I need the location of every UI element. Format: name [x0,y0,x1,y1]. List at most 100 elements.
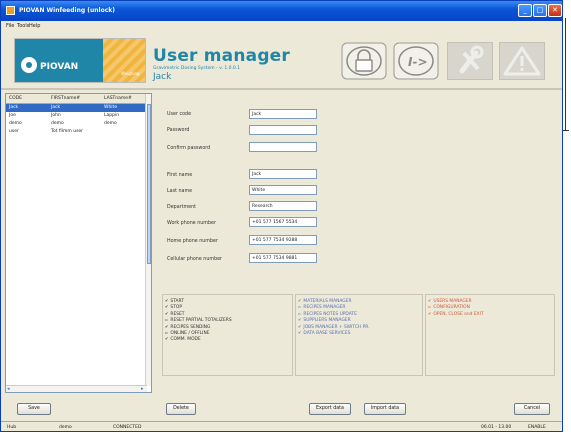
permission-label: RECIPES SENDING [170,324,211,330]
department-input[interactable]: Research [249,201,317,211]
permission-label: OPEN, CLOSE and EXIT [433,311,484,317]
close-button[interactable]: ✕ [548,4,562,17]
permission-label: SUPPLIERS MANAGER [303,318,351,324]
checkmark-icon: ✔ [428,298,432,303]
permission-checkbox[interactable]: ✔ MATERIALS MANAGER [298,298,352,304]
label-cell-phone: Cellular phone number [167,257,223,262]
page-subtitle: Gravimetric Dosing System - v. 1.0.0.1 [153,66,241,71]
permission-checkbox[interactable]: ✔ SUPPLIERS MANAGER [298,317,351,323]
checkmark-icon: ✔ [165,310,169,316]
table-row[interactable]: Joe John Lappin [6,112,147,120]
label-work-phone: Work phone number [167,221,216,226]
label-confirm-password: Confirm password [167,146,211,151]
unchecked-icon: ▫ [298,310,301,316]
status-time: 06.01 - 13.00 [481,425,512,430]
scrollbar-thumb[interactable] [147,104,151,264]
tools-icon[interactable] [447,42,493,80]
home-phone-input[interactable]: +01 577 7534 9288 [249,235,317,245]
permission-checkbox[interactable]: ✔ RECIPES SENDING [165,324,210,330]
title-bar: PIOVAN Winfeeding (unlock) _ □ ✕ [1,1,562,21]
label-user-code: User code [167,112,192,117]
permission-checkbox[interactable]: ✔ USERS MANAGER [428,298,472,304]
permission-label: JOBS MANAGER + SWITCH PR. [303,324,370,330]
menu-tools[interactable]: Tools [17,23,29,29]
checkmark-icon: ✔ [428,310,432,316]
header-divider [1,88,562,90]
border-line [565,18,566,130]
cell-code: Joe [9,113,16,118]
user-list[interactable]: CODE FIRSTname# LASTname# Jack Jack Whit… [5,93,152,393]
delete-button[interactable]: Delete [166,403,196,415]
table-row[interactable]: user Tot filmm user [6,128,147,136]
menu-file[interactable]: File [6,23,14,29]
cell-last-name: White [104,105,118,110]
column-header-code[interactable]: CODE [9,96,22,101]
cell-first-name: John [51,113,61,118]
warning-icon[interactable] [499,42,545,80]
brand-logo: PIOVAN Weighing [14,38,146,83]
permission-label: ONLINE / OFFLINE [170,331,210,336]
column-header-last-name[interactable]: LASTname# [104,96,132,101]
maximize-button[interactable]: □ [533,4,547,17]
work-phone-input[interactable]: +01 577 1567 5534 [249,217,317,227]
permission-label: RESET PARTIAL TOTALIZERS [170,318,232,324]
label-password: Password [167,128,190,133]
status-connection: CONNECTED [113,425,142,430]
checkmark-icon: ✔ [165,336,169,342]
export-data-button[interactable]: Export data [309,403,351,415]
confirm-password-input[interactable] [249,142,317,152]
import-data-button[interactable]: Import data [364,403,406,415]
cell-first-name: demo [51,121,64,126]
scroll-right-icon[interactable]: ▸ [141,386,144,392]
permission-checkbox[interactable]: ✔ OPEN, CLOSE and EXIT [428,311,484,317]
column-header-first-name[interactable]: FIRSTname# [51,96,80,101]
minimize-button[interactable]: _ [518,4,532,17]
log-in-icon[interactable]: I-> [393,42,439,80]
permission-checkbox[interactable]: ✔ STOP [165,304,182,310]
label-first-name: First name [167,173,193,178]
horizontal-scrollbar[interactable]: ◂ ▸ [6,385,147,392]
save-button[interactable]: Save [17,403,51,415]
label-home-phone: Home phone number [167,239,218,244]
permission-checkbox[interactable]: ▫ CONFIGURATION [428,304,470,310]
permission-label: USERS MANAGER [433,299,472,304]
brand-name: PIOVAN [40,62,79,72]
user-code-input[interactable]: Jack [249,109,317,119]
permission-label: STOP [170,305,182,311]
cell-first-name: Tot filmm user [51,129,84,134]
last-name-input[interactable]: White [249,185,317,195]
permission-checkbox[interactable]: ▫ RESET PARTIAL TOTALIZERS [165,317,232,323]
table-row[interactable]: demo demo demo [6,120,147,128]
first-name-input[interactable]: Jack [249,169,317,179]
permission-checkbox[interactable]: ▫ RECIPES NOTES UPDATE [298,311,357,317]
permission-checkbox[interactable]: ✔ JOBS MANAGER + SWITCH PR. [298,324,370,330]
password-input[interactable] [249,125,317,135]
logo-mark [21,57,37,73]
svg-text:I->: I-> [408,55,428,69]
unchecked-icon: ▫ [298,304,301,310]
permission-checkbox[interactable]: ✔ START [165,298,184,304]
cancel-button[interactable]: Cancel [514,403,550,415]
permission-checkbox[interactable]: ▫ RECIPES MANAGER [298,304,345,310]
permission-checkbox[interactable]: ✔ RESET [165,311,184,317]
checkmark-icon: ✔ [298,298,302,303]
permission-checkbox[interactable]: ✔ COMM. MODE [165,336,201,342]
cell-first-name: Jack [51,105,61,110]
permission-label: RESET [170,311,185,317]
permission-label: RECIPES NOTES UPDATE [303,311,357,317]
status-bar: Hub demo CONNECTED 06.01 - 13.00 ENABLE [1,421,562,431]
permission-checkbox[interactable]: ✔ DATA BASE SERVICES [298,330,350,336]
current-user: Jack [153,72,172,82]
menu-help[interactable]: Help [29,23,40,29]
app-icon [6,6,15,15]
vertical-scrollbar[interactable] [145,94,151,386]
header: PIOVAN Weighing User manager Gravimetric… [1,32,562,88]
padlock-icon[interactable] [341,42,387,80]
table-row[interactable]: Jack Jack White [6,104,147,112]
permission-checkbox[interactable]: ▫ ONLINE / OFFLINE [165,330,210,336]
scroll-left-icon[interactable]: ◂ [7,386,10,392]
cell-phone-input[interactable]: +01 577 7534 9881 [249,253,317,263]
border-line [563,130,569,131]
permission-label: CONFIGURATION [433,305,470,311]
background-strip [563,0,571,432]
